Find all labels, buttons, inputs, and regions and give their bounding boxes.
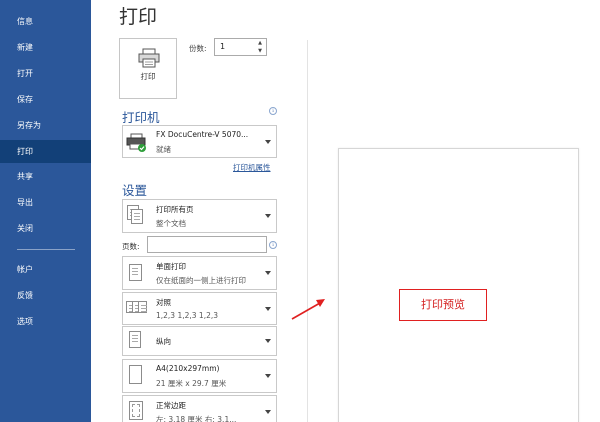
increment-arrow-icon[interactable]: ▲ [256, 40, 264, 47]
sidebar-item-label: 共享 [17, 172, 33, 181]
chevron-down-icon [265, 306, 271, 311]
sidebar-item-account[interactable]: 帐户 [0, 259, 91, 281]
print-button[interactable]: 打印 [119, 38, 177, 99]
sidebar-item-feedback[interactable]: 反馈 [0, 285, 91, 307]
panel-divider [307, 40, 308, 422]
collated-icon [126, 298, 147, 320]
sidebar-item-label: 导出 [17, 198, 33, 207]
printer-select[interactable]: FX DocuCentre-V 5070... 就绪 [122, 125, 277, 158]
collation-select[interactable]: 对照 1,2,3 1,2,3 1,2,3 [122, 292, 277, 325]
decrement-arrow-icon[interactable]: ▼ [256, 48, 264, 55]
chevron-down-icon [265, 271, 271, 275]
copies-stepper[interactable]: 1 ▲ ▼ [214, 38, 267, 56]
sidebar-item-label: 帐户 [17, 265, 33, 274]
printer-icon [126, 133, 146, 152]
sidebar-item-info[interactable]: 信息 [0, 11, 91, 33]
chevron-down-icon [265, 339, 271, 343]
pages-input[interactable] [147, 236, 267, 253]
chevron-down-icon [265, 214, 271, 218]
printer-properties-link[interactable]: 打印机属性 [233, 162, 271, 173]
copies-label: 份数: [189, 44, 207, 53]
printer-name: FX DocuCentre-V 5070... [156, 130, 249, 139]
sidebar-item-new[interactable]: 新建 [0, 37, 91, 59]
sidebar-item-label: 关闭 [17, 224, 33, 233]
info-icon[interactable]: i [269, 241, 277, 249]
printer-heading: 打印机 [122, 110, 160, 125]
chevron-down-icon [265, 139, 271, 144]
print-panel: 打印 打印 份数: 1 ▲ ▼ 打印机 i FX DocuCentre-V 50… [91, 0, 600, 422]
sidebar-item-label: 选项 [17, 317, 33, 326]
chevron-down-icon [265, 410, 271, 414]
single-sided-icon [127, 262, 145, 284]
sides-select[interactable]: 单面打印 仅在纸面的一侧上进行打印 [122, 256, 277, 290]
sidebar-item-open[interactable]: 打开 [0, 63, 91, 85]
sidebar-item-label: 反馈 [17, 291, 33, 300]
paper-icon [127, 364, 145, 386]
sidebar-item-share[interactable]: 共享 [0, 166, 91, 188]
sidebar-item-save-as[interactable]: 另存为 [0, 115, 91, 137]
chevron-down-icon [265, 374, 271, 378]
paper-size-select[interactable]: A4(210x297mm) 21 厘米 x 29.7 厘米 [122, 359, 277, 393]
sidebar-item-options[interactable]: 选项 [0, 311, 91, 333]
printer-icon [138, 48, 160, 68]
print-preview-page: 打印预览 [338, 148, 579, 422]
paper-size-subtitle: 21 厘米 x 29.7 厘米 [156, 379, 227, 388]
sidebar-item-label: 新建 [17, 43, 33, 52]
collation-subtitle: 1,2,3 1,2,3 1,2,3 [156, 311, 219, 320]
printer-status: 就绪 [156, 145, 171, 154]
paper-size-title: A4(210x297mm) [156, 364, 220, 373]
margins-icon [127, 400, 145, 422]
print-preview-annotation: 打印预览 [399, 289, 487, 321]
print-range-select[interactable]: 打印所有页 整个文档 [122, 199, 277, 233]
sidebar-item-label: 打开 [17, 69, 33, 78]
sides-subtitle: 仅在纸面的一侧上进行打印 [156, 276, 246, 285]
sidebar-item-label: 打印 [17, 147, 33, 156]
orientation-select[interactable]: 纵向 [122, 326, 277, 356]
print-button-label: 打印 [140, 72, 156, 81]
info-icon[interactable]: i [269, 107, 277, 115]
pages-label: 页数: [122, 242, 140, 251]
portrait-icon [127, 331, 145, 353]
page-title: 打印 [119, 6, 158, 28]
margins-title: 正常边距 [156, 401, 186, 410]
sidebar-item-print[interactable]: 打印 [0, 140, 91, 163]
collation-title: 对照 [156, 298, 171, 307]
sides-title: 单面打印 [156, 262, 186, 271]
sidebar-item-label: 保存 [17, 95, 33, 104]
sidebar-item-label: 信息 [17, 17, 33, 26]
print-range-title: 打印所有页 [156, 205, 194, 214]
settings-heading: 设置 [122, 183, 148, 198]
sidebar-item-label: 另存为 [17, 121, 41, 130]
backstage-sidebar: 信息 新建 打开 保存 另存为 打印 共享 导出 关闭 帐户 反馈 选项 [0, 0, 91, 422]
red-arrow-icon [291, 299, 325, 320]
document-stack-icon [127, 205, 145, 227]
print-range-subtitle: 整个文档 [156, 219, 186, 228]
copies-value: 1 [220, 42, 226, 51]
sidebar-item-save[interactable]: 保存 [0, 89, 91, 111]
sidebar-divider [17, 249, 75, 250]
margins-subtitle: 左: 3.18 厘米 右: 3.1... [156, 415, 237, 422]
margins-select[interactable]: 正常边距 左: 3.18 厘米 右: 3.1... [122, 395, 277, 422]
sidebar-item-export[interactable]: 导出 [0, 192, 91, 214]
orientation-title: 纵向 [156, 337, 171, 346]
sidebar-item-close[interactable]: 关闭 [0, 218, 91, 240]
